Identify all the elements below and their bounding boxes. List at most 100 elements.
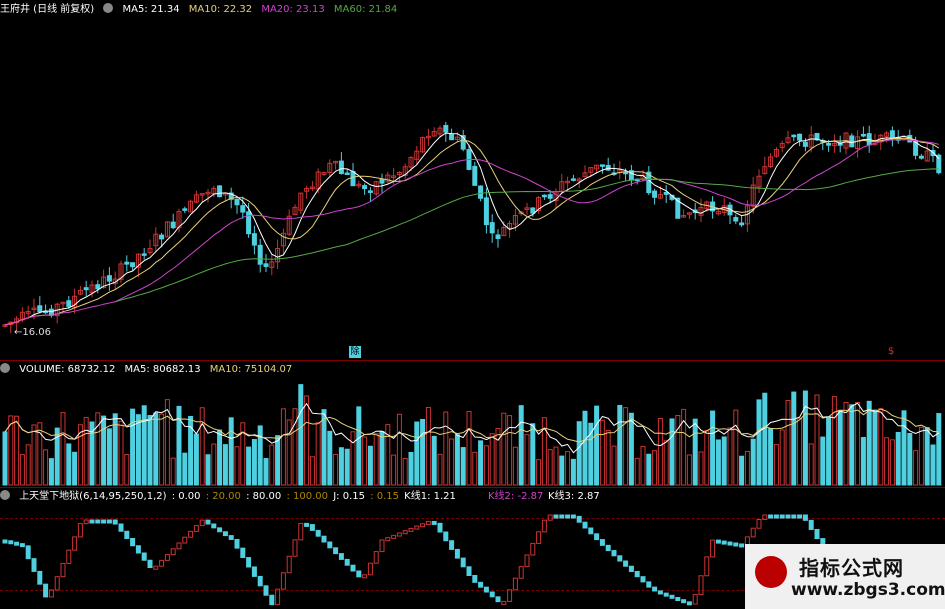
up-volume-bar — [675, 415, 681, 486]
down-volume-bar — [257, 425, 263, 486]
up-volume-bar — [286, 419, 292, 486]
indicator-down-step — [25, 545, 31, 560]
down-volume-bar — [344, 448, 350, 486]
up-volume-bar — [889, 439, 895, 486]
indicator-down-step — [8, 540, 14, 545]
up-volume-bar — [744, 450, 750, 486]
indicator-up-step — [501, 600, 507, 605]
indicator-down-step — [315, 529, 321, 537]
down-candle — [344, 172, 350, 176]
indicator-down-step — [797, 514, 803, 519]
indicator-down-step — [652, 586, 658, 592]
indicator-down-step — [733, 542, 739, 547]
down-volume-bar — [431, 435, 437, 486]
indicator-up-step — [692, 594, 698, 605]
down-candle — [443, 124, 449, 133]
indicator-up-step — [756, 519, 762, 529]
indicator-down-step — [599, 539, 605, 546]
indicator-down-step — [2, 539, 8, 544]
ex-dividend-marker[interactable]: 除 — [349, 346, 361, 358]
indicator-up-step — [182, 536, 188, 544]
indicator-up-step — [414, 525, 420, 530]
up-volume-bar — [443, 411, 449, 486]
down-candle — [797, 133, 803, 141]
up-volume-bar — [512, 446, 518, 486]
ma10-line — [4, 137, 940, 326]
down-volume-bar — [762, 392, 768, 486]
down-volume-bar — [930, 444, 936, 486]
indicator-down-step — [785, 514, 791, 519]
down-candle — [350, 171, 356, 187]
indicator-down-step — [605, 544, 611, 552]
down-volume-bar — [692, 418, 698, 486]
indicator-up-step — [762, 514, 768, 520]
indicator-down-step — [715, 539, 721, 544]
down-volume-bar — [106, 428, 112, 486]
down-candle — [663, 191, 669, 195]
indicator-down-step — [681, 599, 687, 604]
indicator-down-step — [205, 519, 211, 525]
watermark-line2: www.zbgs3.com — [791, 580, 945, 600]
indicator-down-step — [350, 564, 356, 572]
up-volume-bar — [19, 454, 25, 486]
down-candle — [599, 164, 605, 167]
down-volume-bar — [872, 409, 878, 486]
indicator-down-step — [246, 557, 252, 568]
indicator-down-step — [628, 565, 634, 572]
down-volume-bar — [576, 421, 582, 486]
indicator-down-step — [130, 538, 136, 547]
indicator-down-step — [240, 547, 246, 559]
indicator-down-step — [779, 514, 785, 519]
indicator-up-step — [164, 554, 170, 561]
indicator-down-step — [483, 586, 489, 593]
down-volume-bar — [222, 444, 228, 486]
up-volume-bar — [280, 408, 286, 486]
down-volume-bar — [414, 421, 420, 486]
up-volume-bar — [652, 450, 658, 486]
down-volume-bar — [217, 429, 223, 486]
dollar-marker[interactable]: $ — [888, 346, 894, 357]
indicator-up-step — [54, 576, 60, 591]
indicator-down-step — [106, 519, 112, 524]
down-volume-bar — [768, 428, 774, 486]
indicator-down-step — [663, 592, 669, 597]
down-volume-bar — [936, 413, 942, 486]
indicator-up-step — [396, 532, 402, 537]
indicator-down-step — [721, 540, 727, 545]
up-volume-bar — [565, 451, 571, 486]
up-volume-bar — [43, 449, 49, 486]
indicator-up-step — [698, 575, 704, 596]
down-candle — [791, 134, 797, 138]
down-candle — [234, 198, 240, 206]
down-volume-bar — [837, 409, 843, 486]
up-volume-bar — [501, 412, 507, 486]
down-volume-bar — [530, 423, 536, 486]
down-volume-bar — [356, 406, 362, 486]
down-volume-bar — [298, 384, 304, 486]
down-volume-bar — [101, 415, 107, 486]
down-candle — [367, 190, 373, 193]
indicator-down-step — [565, 514, 571, 519]
up-volume-bar — [60, 412, 66, 486]
indicator-down-step — [304, 522, 310, 527]
down-candle — [623, 171, 629, 175]
indicator-down-step — [89, 519, 95, 524]
indicator-down-step — [112, 519, 118, 525]
down-volume-bar — [646, 453, 652, 486]
down-volume-bar — [924, 427, 930, 486]
down-volume-bar — [559, 455, 565, 486]
indicator-up-step — [153, 565, 159, 570]
down-candle — [182, 208, 188, 211]
up-volume-bar — [472, 451, 478, 486]
up-volume-bar — [199, 407, 205, 486]
indicator-down-step — [141, 552, 147, 561]
down-volume-bar — [275, 435, 281, 486]
indicator-up-step — [48, 589, 54, 598]
kline-chart[interactable] — [0, 0, 945, 609]
indicator-down-step — [454, 548, 460, 559]
up-volume-bar — [727, 427, 733, 486]
up-volume-bar — [855, 401, 861, 486]
down-volume-bar — [518, 405, 524, 486]
up-volume-bar — [373, 433, 379, 486]
indicator-down-step — [14, 541, 20, 546]
